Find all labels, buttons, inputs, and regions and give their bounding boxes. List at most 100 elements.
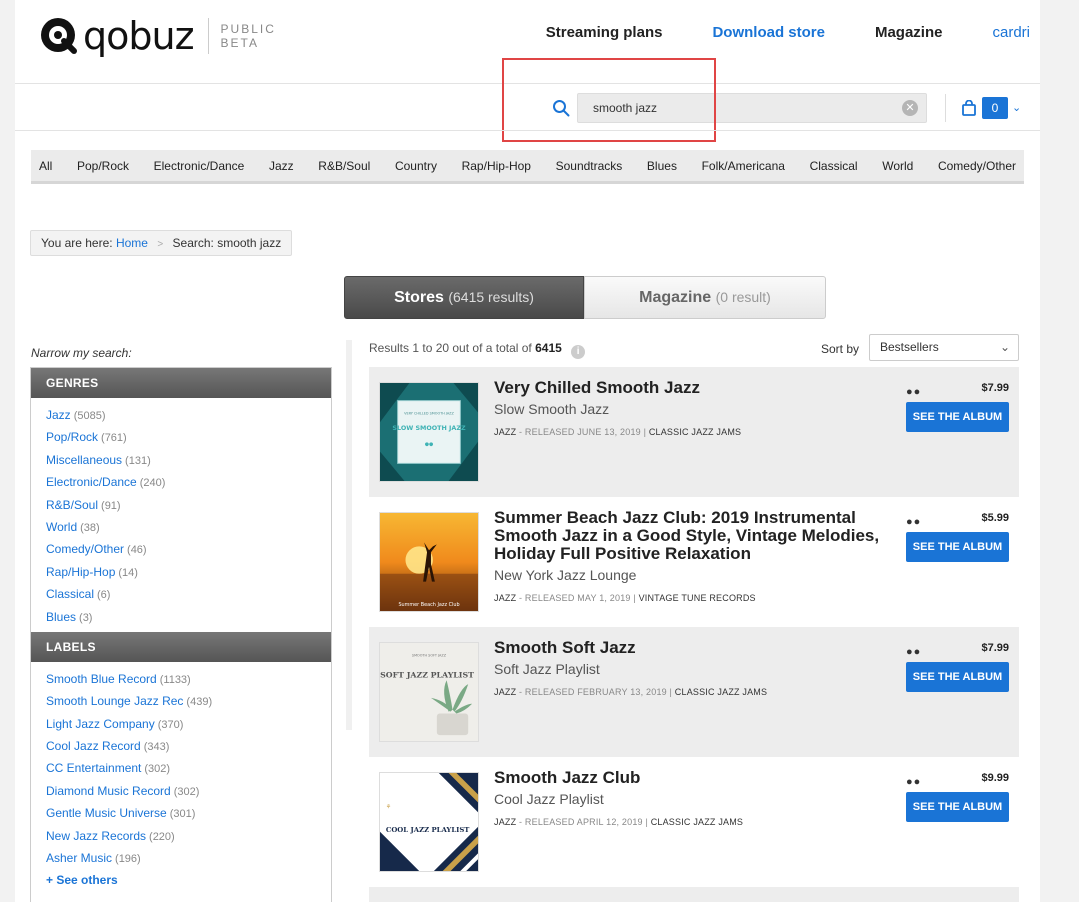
album-title-text[interactable]: Summer Beach Jazz Club: 2019 Instrumenta…	[494, 508, 879, 563]
info-icon[interactable]: i	[571, 345, 586, 359]
genre-nav-folk-americana[interactable]: Folk/Americana	[702, 159, 785, 173]
album-genre: JAZZ	[494, 687, 517, 697]
genre-filter-item[interactable]: World (38)	[46, 516, 331, 538]
shopping-bag-icon[interactable]	[961, 100, 977, 116]
genre-nav-blues[interactable]: Blues	[647, 159, 677, 173]
sort-by-select[interactable]: Bestsellers ⌄	[869, 334, 1019, 361]
album-artist[interactable]: Cool Jazz Playlist	[494, 791, 894, 807]
label-filter-item[interactable]: Light Jazz Company (370)	[46, 713, 331, 735]
genre-filter-item[interactable]: Rap/Hip-Hop (14)	[46, 561, 331, 583]
album-meta: JAZZ - RELEASED FEBRUARY 13, 2019 | CLAS…	[494, 683, 894, 701]
album-title[interactable]: Smooth Soft Jazz Soft Jazz Playlist JAZZ…	[494, 639, 894, 701]
genre-nav-world[interactable]: World	[882, 159, 913, 173]
genre-nav-comedy-other[interactable]: Comedy/Other	[938, 159, 1016, 173]
genre-nav-classical[interactable]: Classical	[810, 159, 858, 173]
filter-name: CC Entertainment	[46, 761, 142, 776]
logo-divider	[207, 18, 209, 54]
album-artist[interactable]: Soft Jazz Playlist	[494, 661, 894, 677]
genre-nav-pop-rock[interactable]: Pop/Rock	[77, 159, 129, 173]
filter-count: (343)	[143, 741, 170, 754]
breadcrumb-home-link[interactable]: Home	[116, 236, 148, 250]
chevron-down-icon[interactable]: ⌄	[1012, 101, 1021, 114]
label-filter-item[interactable]: Gentle Music Universe (301)	[46, 802, 331, 824]
album-title[interactable]: Summer Beach Jazz Club: 2019 Instrumenta…	[494, 509, 894, 607]
genre-nav-rap-hiphop[interactable]: Rap/Hip-Hop	[462, 159, 531, 173]
tab-magazine-count: (0 result)	[715, 289, 771, 305]
tab-stores[interactable]: Stores (6415 results)	[344, 276, 584, 319]
breadcrumb-prefix: You are here:	[41, 236, 113, 250]
qobuz-logo[interactable]: qobuz PUBLIC BETA	[39, 16, 276, 56]
genre-nav-jazz[interactable]: Jazz	[269, 159, 294, 173]
cover-text: SLOW SMOOTH JAZZ	[392, 424, 466, 432]
cart-divider	[945, 94, 946, 122]
column-scrollbar[interactable]	[346, 340, 352, 730]
album-cover[interactable]: ⚘ COOL JAZZ PLAYLIST	[379, 772, 479, 872]
label-filter-item[interactable]: Smooth Blue Record (1133)	[46, 668, 331, 690]
genre-filter-item[interactable]: R&B/Soul (91)	[46, 494, 331, 516]
album-title[interactable]: Smooth Jazz Club Cool Jazz Playlist JAZZ…	[494, 769, 894, 831]
album-artist[interactable]: Slow Smooth Jazz	[494, 401, 894, 417]
genre-filter-item[interactable]: Electronic/Dance (240)	[46, 471, 331, 493]
album-release: - RELEASED APRIL 12, 2019 |	[519, 817, 648, 827]
genre-filter-item[interactable]: Miscellaneous (131)	[46, 449, 331, 471]
nav-download-store[interactable]: Download store	[712, 24, 825, 41]
genre-filter-item[interactable]: Blues (3)	[46, 606, 331, 628]
label-filter-item[interactable]: Cool Jazz Record (343)	[46, 735, 331, 757]
nav-streaming-plans[interactable]: Streaming plans	[546, 24, 663, 41]
album-price: $5.99	[981, 512, 1009, 524]
filter-name: Rap/Hip-Hop	[46, 564, 116, 579]
labels-heading: LABELS	[31, 631, 331, 662]
album-label[interactable]: CLASSIC JAZZ JAMS	[649, 427, 741, 437]
album-title-text[interactable]: Smooth Jazz Club	[494, 768, 640, 787]
sort-by-value: Bestsellers	[880, 340, 939, 354]
filter-count: (46)	[127, 544, 147, 557]
album-label[interactable]: CLASSIC JAZZ JAMS	[651, 817, 743, 827]
genre-nav-electronic-dance[interactable]: Electronic/Dance	[154, 159, 245, 173]
album-label[interactable]: CLASSIC JAZZ JAMS	[675, 687, 767, 697]
filter-count: (240)	[139, 477, 166, 490]
album-artist[interactable]: New York Jazz Lounge	[494, 567, 894, 583]
tab-magazine[interactable]: Magazine (0 result)	[584, 276, 826, 319]
album-title-text[interactable]: Very Chilled Smooth Jazz	[494, 378, 700, 397]
see-the-album-button[interactable]: SEE THE ALBUM	[906, 662, 1009, 692]
tab-stores-label: Stores	[394, 289, 444, 306]
top-nav: Streaming plans Download store Magazine …	[546, 24, 1040, 41]
genre-filter-item[interactable]: Pop/Rock (761)	[46, 426, 331, 448]
see-the-album-button[interactable]: SEE THE ALBUM	[906, 402, 1009, 432]
genre-filter-item[interactable]: Classical (6)	[46, 583, 331, 605]
hires-indicator: ●●	[906, 386, 922, 398]
genre-nav-all[interactable]: All	[39, 159, 52, 173]
album-cover[interactable]: SMOOTH SOFT JAZZ SOFT JAZZ PLAYLIST	[379, 642, 479, 742]
genre-filter-item[interactable]: Jazz (5085)	[46, 404, 331, 426]
cover-icon-text: ⚘	[386, 803, 391, 810]
clear-search-icon[interactable]: ✕	[902, 100, 918, 116]
album-cover[interactable]: VERY CHILLED SMOOTH JAZZ SLOW SMOOTH JAZ…	[379, 382, 479, 482]
user-account-link[interactable]: cardri	[992, 24, 1030, 41]
filter-name: Light Jazz Company	[46, 716, 155, 731]
genre-nav-soundtracks[interactable]: Soundtracks	[556, 159, 623, 173]
label-filter-item[interactable]: Smooth Lounge Jazz Rec (439)	[46, 690, 331, 712]
album-genre: JAZZ	[494, 593, 517, 603]
genre-nav-country[interactable]: Country	[395, 159, 437, 173]
filter-count: (196)	[115, 853, 141, 866]
album-label[interactable]: VINTAGE TUNE RECORDS	[639, 593, 756, 603]
genre-filter-list: Jazz (5085) Pop/Rock (761) Miscellaneous (1…	[31, 398, 331, 632]
genres-heading: GENRES	[31, 368, 331, 398]
label-filter-item[interactable]: CC Entertainment (302)	[46, 757, 331, 779]
label-filter-item[interactable]: Diamond Music Record (302)	[46, 780, 331, 802]
album-price: $7.99	[981, 642, 1009, 654]
see-others-link[interactable]: + See others	[46, 869, 331, 891]
album-result: SMOOTH SOFT JAZZ SOFT JAZZ PLAYLIST Smoo…	[369, 627, 1019, 757]
album-title[interactable]: Very Chilled Smooth Jazz Slow Smooth Jaz…	[494, 379, 894, 441]
tab-magazine-label: Magazine	[639, 289, 712, 306]
genre-nav-rnb-soul[interactable]: R&B/Soul	[318, 159, 370, 173]
see-the-album-button[interactable]: SEE THE ALBUM	[906, 532, 1009, 562]
see-the-album-button[interactable]: SEE THE ALBUM	[906, 792, 1009, 822]
genre-filter-item[interactable]: Comedy/Other (46)	[46, 538, 331, 560]
label-filter-item[interactable]: New Jazz Records (220)	[46, 825, 331, 847]
cart-count-badge[interactable]: 0	[982, 97, 1008, 119]
label-filter-item[interactable]: Asher Music (196)	[46, 847, 331, 869]
album-cover[interactable]: Summer Beach Jazz Club	[379, 512, 479, 612]
album-title-text[interactable]: Smooth Soft Jazz	[494, 638, 636, 657]
nav-magazine[interactable]: Magazine	[875, 24, 943, 41]
